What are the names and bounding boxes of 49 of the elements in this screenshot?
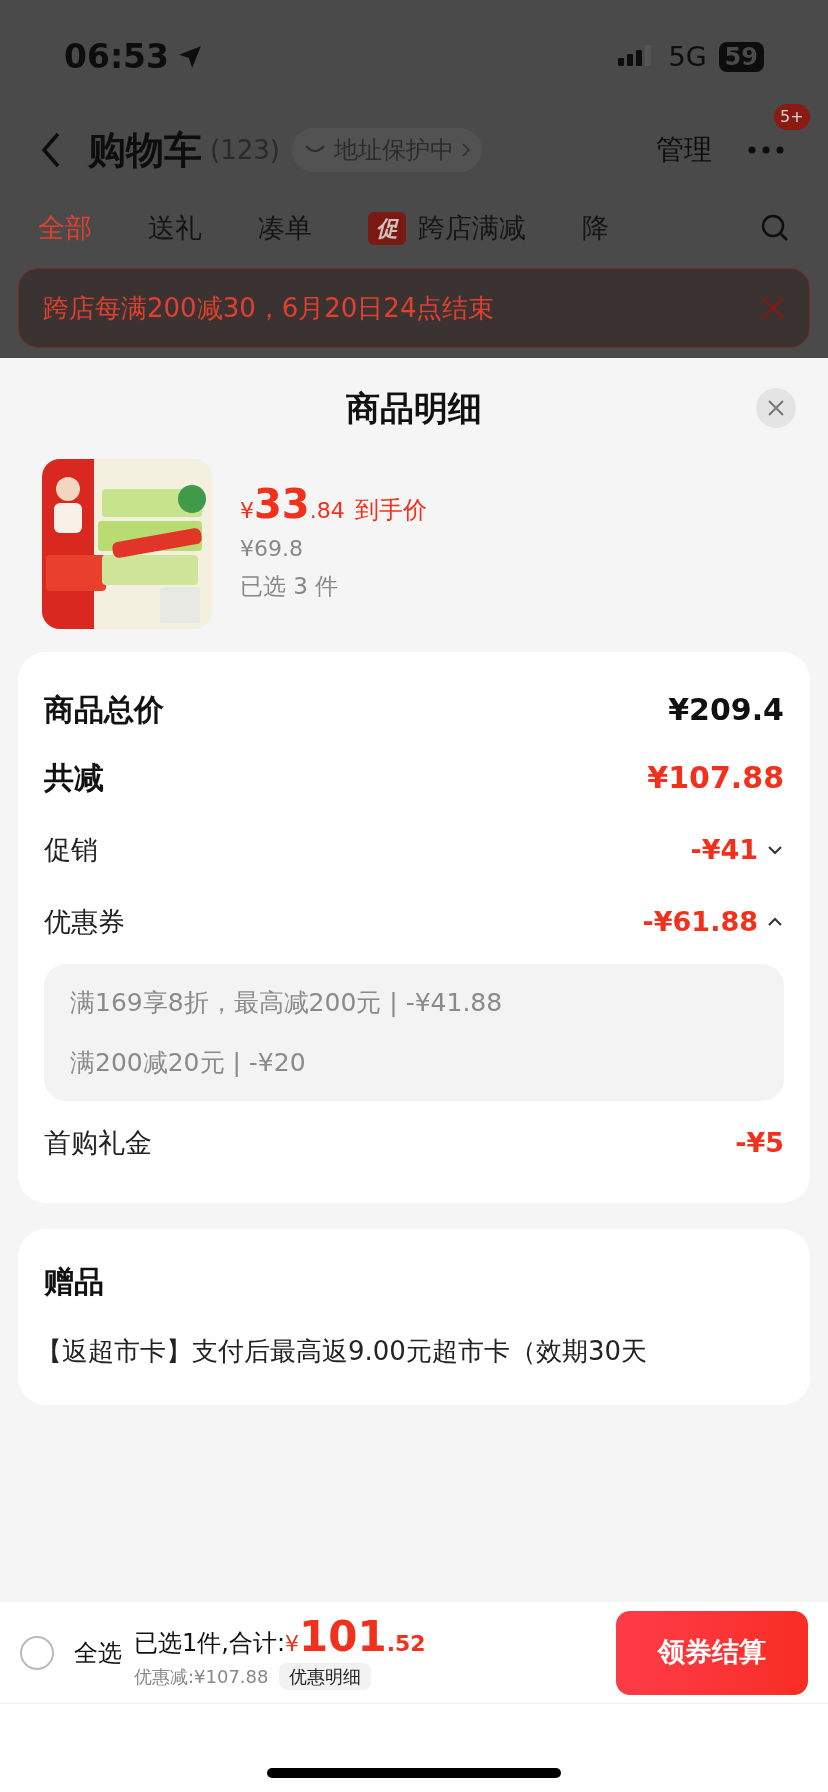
selected-count: 已选 3 件 [240,572,340,602]
total-decimal: .52 [386,1629,426,1658]
price-integer: 33 [254,484,310,525]
discount-details-button[interactable]: 优惠明细 [278,1662,371,1690]
price-decimal: .84 [309,497,345,526]
select-all-checkbox[interactable] [20,1635,54,1670]
banner-text: 跨店每满200减30，6月20日24点结束 [43,291,495,325]
discount-item-label: 优惠券 [44,904,125,939]
status-time: 06:53 [64,36,170,79]
category-tab[interactable]: 全部 [38,207,92,249]
back-icon[interactable] [40,131,62,169]
sheet-title: 商品明细 [346,386,482,430]
coupon-detail: 满169享8折，最高减200元 | -¥41.88 [70,987,504,1019]
close-icon[interactable] [761,296,785,320]
chevron-up-icon[interactable] [766,916,784,928]
total-label: 商品总价 [44,690,164,729]
selected-summary: 已选1件,合计: [134,1627,285,1659]
gift-description: 【返超市卡】支付后最高返9.00元超市卡（效期30天 [36,1335,648,1368]
chevron-down-icon[interactable] [766,844,784,856]
coupon-detail: 满200减20元 | -¥20 [70,1046,307,1079]
total-integer: 101 [299,1615,387,1658]
price-currency: ¥ [240,497,254,526]
discount-item-label: 首购礼金 [44,1125,152,1160]
original-price: ¥69.8 [240,535,304,564]
total-currency: ¥ [285,1629,299,1658]
discount-value: ¥107.88 [647,758,784,797]
close-button[interactable] [756,388,796,428]
discount-item-value: -¥61.88 [642,904,758,939]
promo-tag: 促 [368,211,406,245]
search-icon[interactable] [760,213,790,243]
total-value: ¥209.4 [668,690,784,729]
page-title: 购物车 [88,126,202,174]
gift-title: 赠品 [44,1263,105,1301]
discount-item-value: -¥41 [690,832,758,867]
battery-indicator: 59 [718,42,764,72]
chevron-right-icon [461,143,470,157]
notification-badge: 5+ [774,104,810,130]
manage-button[interactable]: 管理 [656,129,712,171]
select-all-label[interactable]: 全选 [74,1634,122,1671]
network-label: 5G [668,39,707,74]
close-icon [768,400,784,416]
saved-amount: 优惠减:¥107.88 [134,1664,269,1689]
price-label: 到手价 [354,495,427,527]
discount-item-value: -¥5 [735,1125,784,1160]
location-arrow-icon [177,44,204,70]
discount-item-label: 促销 [44,832,98,867]
checkout-button[interactable]: 领券结算 [616,1610,808,1695]
more-icon[interactable] [748,146,784,154]
discount-label: 共减 [44,758,104,797]
